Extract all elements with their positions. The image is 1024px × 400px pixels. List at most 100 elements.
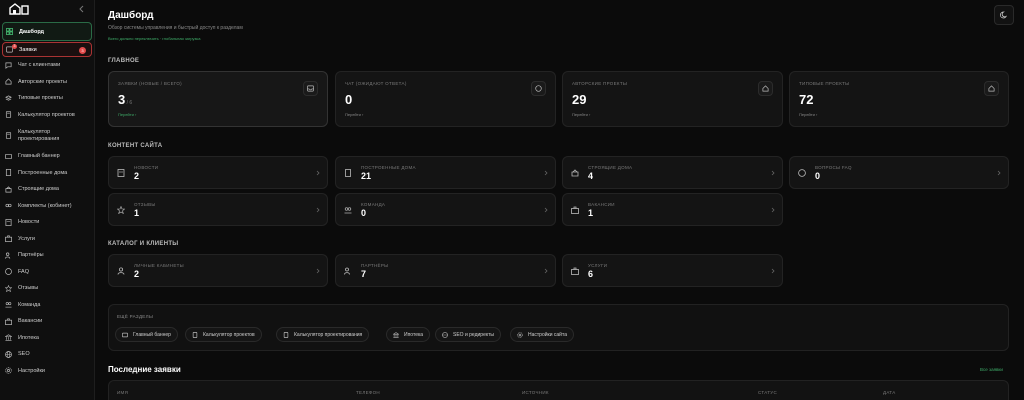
page-subtitle: Обзор системы управления и быстрый досту… [108, 25, 243, 31]
chip-mortgage[interactable]: Ипотека [386, 327, 431, 342]
content-card-vacancies[interactable]: ВАКАНСИИ 1 [562, 193, 783, 226]
chip-site-settings[interactable]: Настройки сайта [510, 327, 574, 342]
calculator-icon [5, 132, 12, 139]
stat-label: ЗАЯВКИ (НОВЫЕ / ВСЕГО) [118, 81, 182, 86]
card-label: ВАКАНСИИ [588, 202, 615, 207]
help-icon [798, 169, 806, 177]
sidebar-item-news[interactable]: Новости [2, 214, 92, 231]
sidebar-item-settings[interactable]: Настройки [2, 363, 92, 380]
chevron-right-icon [770, 268, 776, 274]
sidebar-item-author-projects[interactable]: Авторские проекты [2, 74, 92, 91]
stat-card-author-projects[interactable]: АВТОРСКИЕ ПРОЕКТЫ 29 Перейти › [562, 71, 783, 127]
gear-icon [517, 331, 523, 338]
sidebar-item-label: Калькулятор проектирования [18, 128, 60, 142]
content-card-building-houses[interactable]: СТРОЯЩИЕ ДОМА 4 [562, 156, 783, 189]
sidebar-item-label: Команда [18, 301, 41, 308]
sidebar-item-building-houses[interactable]: Строящие дома [2, 181, 92, 198]
page-title: Дашборд [108, 10, 154, 21]
update-link[interactable]: Всего должно переключить · глобальная за… [108, 36, 200, 41]
chevron-right-icon [543, 268, 549, 274]
sidebar-nav: Дашборд 3 Заявки 3 Чат с клиентами Автор… [2, 22, 92, 379]
content-card-team[interactable]: КОМАНДА 0 [335, 193, 556, 226]
sidebar-item-vacancies[interactable]: Вакансии [2, 313, 92, 330]
crane-icon [571, 169, 579, 177]
more-sections-panel: ЕЩЁ РАЗДЕЛЫ Главный баннер Калькулятор п… [108, 304, 1009, 351]
stat-card-typical-projects[interactable]: ТИПОВЫЕ ПРОЕКТЫ 72 Перейти › [789, 71, 1009, 127]
sidebar-item-label: Комплекты (кобинет) [18, 202, 72, 209]
sidebar-item-services[interactable]: Услуги [2, 231, 92, 248]
card-label: СТРОЯЩИЕ ДОМА [588, 165, 633, 170]
stat-more-link[interactable]: Перейти › [572, 112, 590, 117]
briefcase-icon [571, 267, 579, 275]
card-value: 4 [588, 171, 594, 181]
catalog-card-cabinets[interactable]: ЛИЧНЫЕ КАБИНЕТЫ 2 [108, 254, 328, 287]
catalog-card-services[interactable]: УСЛУГИ 6 [562, 254, 783, 287]
user-icon [117, 267, 125, 275]
content-card-news[interactable]: НОВОСТИ 2 [108, 156, 328, 189]
section-main-title: ГЛАВНОЕ [108, 58, 140, 64]
sidebar-item-chat[interactable]: Чат с клиентами [2, 57, 92, 74]
column-header-source[interactable]: ИСТОЧНИК [522, 390, 549, 395]
column-header-date[interactable]: ДАТА [883, 390, 896, 395]
chip-main-banner[interactable]: Главный баннер [115, 327, 178, 342]
card-label: НОВОСТИ [134, 165, 159, 170]
sidebar-item-label: Настройки [18, 367, 45, 374]
stat-more-link[interactable]: Перейти › [799, 112, 817, 117]
stat-value: 3 / 6 [118, 92, 133, 107]
sidebar-item-design-calculator[interactable]: Калькулятор проектирования [2, 123, 92, 148]
crane-icon [5, 186, 12, 193]
chevron-right-icon [543, 170, 549, 176]
stat-card-chat[interactable]: ЧАТ (ОЖИДАЮТ ОТВЕТА) 0 Перейти › [335, 71, 556, 127]
sidebar-item-typical-projects[interactable]: Типовые проекты [2, 90, 92, 107]
sidebar-item-kits[interactable]: Комплекты (кобинет) [2, 198, 92, 215]
card-value: 21 [361, 171, 372, 181]
content-card-faq[interactable]: ВОПРОСЫ FAQ 0 [789, 156, 1009, 189]
bank-icon [5, 334, 12, 341]
stat-card-requests[interactable]: ЗАЯВКИ (НОВЫЕ / ВСЕГО) 3 / 6 Перейти › [108, 71, 328, 127]
chip-seo[interactable]: SEO и редиректы [435, 327, 501, 342]
theme-toggle-button[interactable] [994, 5, 1014, 25]
card-value: 1 [134, 208, 140, 218]
stat-more-link[interactable]: Перейти › [118, 112, 136, 117]
sidebar-item-faq[interactable]: FAQ [2, 264, 92, 281]
stat-more-link[interactable]: Перейти › [345, 112, 363, 117]
sidebar-item-project-calculator[interactable]: Калькулятор проектов [2, 107, 92, 124]
section-catalog-title: КАТАЛОГ И КЛИЕНТЫ [108, 241, 179, 247]
chip-design-calculator[interactable]: Калькулятор проектирования [276, 327, 370, 342]
bank-icon [393, 331, 399, 338]
sidebar-item-requests[interactable]: 3 Заявки 3 [2, 42, 92, 57]
sidebar-item-dashboard[interactable]: Дашборд [2, 22, 92, 41]
chevron-right-icon [315, 268, 321, 274]
column-header-phone[interactable]: ТЕЛЕФОН [356, 390, 380, 395]
logo[interactable] [9, 3, 29, 15]
recent-requests-title: Последние заявки [108, 365, 181, 374]
sidebar-item-seo[interactable]: SEO [2, 346, 92, 363]
catalog-card-partners[interactable]: ПАРТНЁРЫ 7 [335, 254, 556, 287]
users-icon [5, 252, 12, 259]
sidebar-item-label: SEO [18, 351, 30, 358]
collapse-sidebar-icon[interactable] [77, 4, 87, 14]
column-header-status[interactable]: СТАТУС [758, 390, 777, 395]
sidebar-item-built-houses[interactable]: Построенные дома [2, 165, 92, 182]
chip-project-calculator[interactable]: Калькулятор проектов [185, 327, 262, 342]
content-card-built-houses[interactable]: ПОСТРОЕННЫЕ ДОМА 21 [335, 156, 556, 189]
column-header-name[interactable]: ИМЯ [117, 390, 128, 395]
sidebar-item-main-banner[interactable]: Главный баннер [2, 148, 92, 165]
content-card-reviews[interactable]: ОТЗЫВЫ 1 [108, 193, 328, 226]
sidebar-item-partners[interactable]: Партнёры [2, 247, 92, 264]
card-value: 6 [588, 269, 594, 279]
sidebar-item-label: Услуги [18, 235, 35, 242]
chevron-right-icon [770, 170, 776, 176]
calculator-icon [283, 331, 289, 338]
chat-icon [5, 62, 12, 69]
sidebar-item-label: Строящие дома [18, 186, 59, 193]
card-label: ЛИЧНЫЕ КАБИНЕТЫ [134, 263, 184, 268]
sidebar-item-reviews[interactable]: Отзывы [2, 280, 92, 297]
all-requests-link[interactable]: Все заявки [980, 367, 1003, 372]
layers-icon [5, 95, 12, 102]
briefcase-icon [5, 318, 12, 325]
card-value: 2 [134, 171, 140, 181]
recent-requests-table: ИМЯ ТЕЛЕФОН ИСТОЧНИК СТАТУС ДАТА [108, 380, 1009, 400]
sidebar-item-mortgage[interactable]: Ипотека [2, 330, 92, 347]
sidebar-item-team[interactable]: Команда [2, 297, 92, 314]
